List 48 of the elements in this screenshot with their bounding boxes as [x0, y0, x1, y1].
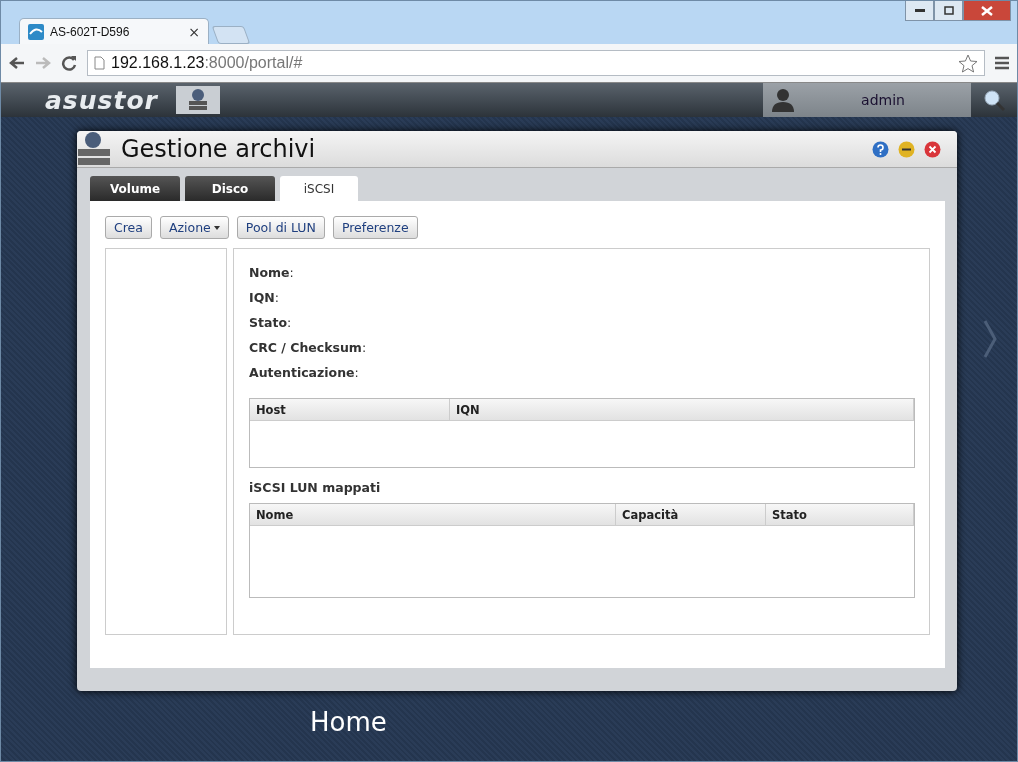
section-title: iSCSI LUN mappati: [249, 480, 382, 495]
desktop-label: Home: [310, 707, 387, 737]
storage-icon: [77, 131, 111, 167]
star-icon[interactable]: [958, 53, 978, 73]
minimize-button[interactable]: [905, 1, 934, 21]
column-header: Nome: [250, 504, 616, 525]
close-icon[interactable]: [924, 140, 941, 158]
column-header: Capacità: [616, 504, 766, 525]
storage-app-button[interactable]: [175, 86, 220, 114]
user-icon: [771, 88, 795, 112]
close-icon: [981, 5, 993, 16]
detail-label: Stato:: [249, 315, 293, 332]
maximize-button[interactable]: [934, 1, 963, 21]
column-header: Stato: [766, 504, 914, 525]
reload-icon[interactable]: [61, 55, 77, 71]
window-title: Gestione archivi: [121, 135, 316, 163]
back-icon[interactable]: [9, 56, 25, 70]
menu-icon[interactable]: [995, 56, 1009, 70]
url-text: 192.168.1.23:8000/portal/#: [111, 54, 303, 72]
tab-close-button[interactable]: ×: [188, 23, 200, 40]
toolbar-button[interactable]: Preferenze: [332, 216, 418, 239]
user-name: admin: [860, 92, 906, 108]
tab[interactable]: iSCSI: [280, 176, 358, 201]
help-icon[interactable]: [872, 140, 889, 158]
detail-label: Autenticazione:: [249, 365, 360, 382]
column-header: Host: [250, 399, 450, 420]
minimize-icon: [914, 8, 925, 13]
caret-icon: [213, 225, 220, 230]
tab-title: AS-602T-D596: [50, 24, 131, 39]
toolbar-button[interactable]: Azione: [159, 216, 229, 239]
minimize-icon[interactable]: [898, 140, 915, 158]
detail-label: IQN:: [249, 290, 280, 307]
detail-label: Nome:: [249, 265, 295, 282]
logo-text: asustor: [45, 85, 158, 115]
user-panel[interactable]: admin: [763, 83, 971, 117]
tab[interactable]: Disco: [185, 176, 275, 201]
app-icon: [28, 23, 44, 40]
maximize-icon: [943, 6, 954, 15]
search-icon[interactable]: [983, 89, 1005, 111]
column-header: IQN: [450, 399, 914, 420]
detail-label: CRC / Checksum:: [249, 340, 368, 357]
toolbar-button[interactable]: Pool di LUN: [236, 216, 325, 239]
page-icon: [94, 56, 105, 70]
browser-tab[interactable]: AS-602T-D596 ×: [19, 18, 209, 44]
toolbar-button[interactable]: Crea: [105, 216, 152, 239]
tab[interactable]: Volume: [90, 176, 180, 201]
address-bar[interactable]: 192.168.1.23:8000/portal/#: [87, 50, 985, 76]
close-button[interactable]: [963, 1, 1011, 21]
